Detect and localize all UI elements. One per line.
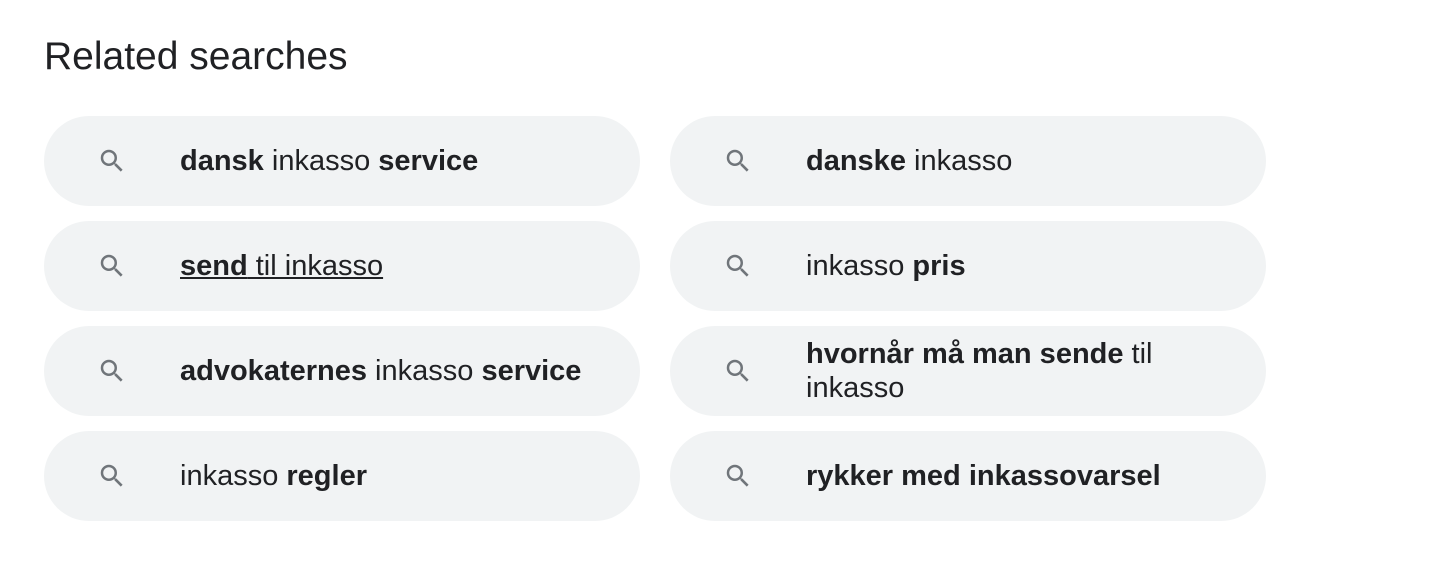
related-search-label: inkasso regler — [180, 459, 367, 493]
label-segment-bold: advokaternes — [180, 355, 367, 387]
search-icon — [722, 145, 754, 177]
label-segment: inkasso — [367, 355, 482, 387]
label-segment: til inkasso — [247, 250, 384, 282]
search-icon-glyph — [726, 359, 749, 382]
related-search-label: send til inkasso — [180, 249, 383, 283]
label-segment-bold: service — [481, 355, 582, 387]
label-segment: inkasso — [905, 145, 1013, 177]
label-segment-bold: send — [180, 250, 248, 282]
search-icon-glyph — [100, 359, 123, 382]
search-icon — [722, 460, 754, 492]
label-segment-bold: rykker med inkassovarsel — [806, 460, 1161, 492]
related-searches-heading: Related searches — [44, 35, 348, 78]
related-search-label: dansk inkasso service — [180, 144, 478, 178]
related-search-chip[interactable]: dansk inkasso service — [44, 116, 640, 206]
label-segment: inkasso — [180, 460, 287, 492]
search-icon-glyph — [100, 464, 123, 487]
related-search-chip[interactable]: inkasso regler — [44, 431, 640, 521]
search-icon-glyph — [100, 254, 123, 277]
related-search-label: advokaternes inkasso service — [180, 354, 581, 388]
related-searches-grid: dansk inkasso service danske inkasso sen… — [44, 116, 1266, 521]
related-search-label: danske inkasso — [806, 144, 1012, 178]
related-search-chip[interactable]: advokaternes inkasso service — [44, 326, 640, 416]
related-search-chip[interactable]: hvornår må man sende til inkasso — [670, 326, 1266, 416]
search-icon — [96, 355, 128, 387]
label-segment-bold: danske — [806, 145, 906, 177]
label-segment-bold: service — [378, 145, 479, 177]
related-search-chip[interactable]: inkasso pris — [670, 221, 1266, 311]
label-segment-bold: regler — [286, 460, 367, 492]
related-search-label: inkasso pris — [806, 249, 966, 283]
related-search-chip[interactable]: danske inkasso — [670, 116, 1266, 206]
label-segment: inkasso — [806, 250, 913, 282]
search-icon-glyph — [726, 464, 749, 487]
search-icon-glyph — [100, 149, 123, 172]
related-search-label: rykker med inkassovarsel — [806, 459, 1161, 493]
related-search-label: hvornår må man sende til inkasso — [806, 337, 1226, 405]
search-icon-glyph — [726, 149, 749, 172]
search-icon — [722, 355, 754, 387]
search-icon-glyph — [726, 254, 749, 277]
search-icon — [96, 145, 128, 177]
search-icon — [96, 460, 128, 492]
related-search-chip[interactable]: rykker med inkassovarsel — [670, 431, 1266, 521]
search-icon — [722, 250, 754, 282]
related-search-chip[interactable]: send til inkasso — [44, 221, 640, 311]
label-segment-bold: pris — [912, 250, 966, 282]
label-segment: inkasso — [263, 145, 379, 177]
search-icon — [96, 250, 128, 282]
label-segment-bold: hvornår må man sende — [806, 338, 1124, 370]
label-segment-bold: dansk — [180, 145, 264, 177]
